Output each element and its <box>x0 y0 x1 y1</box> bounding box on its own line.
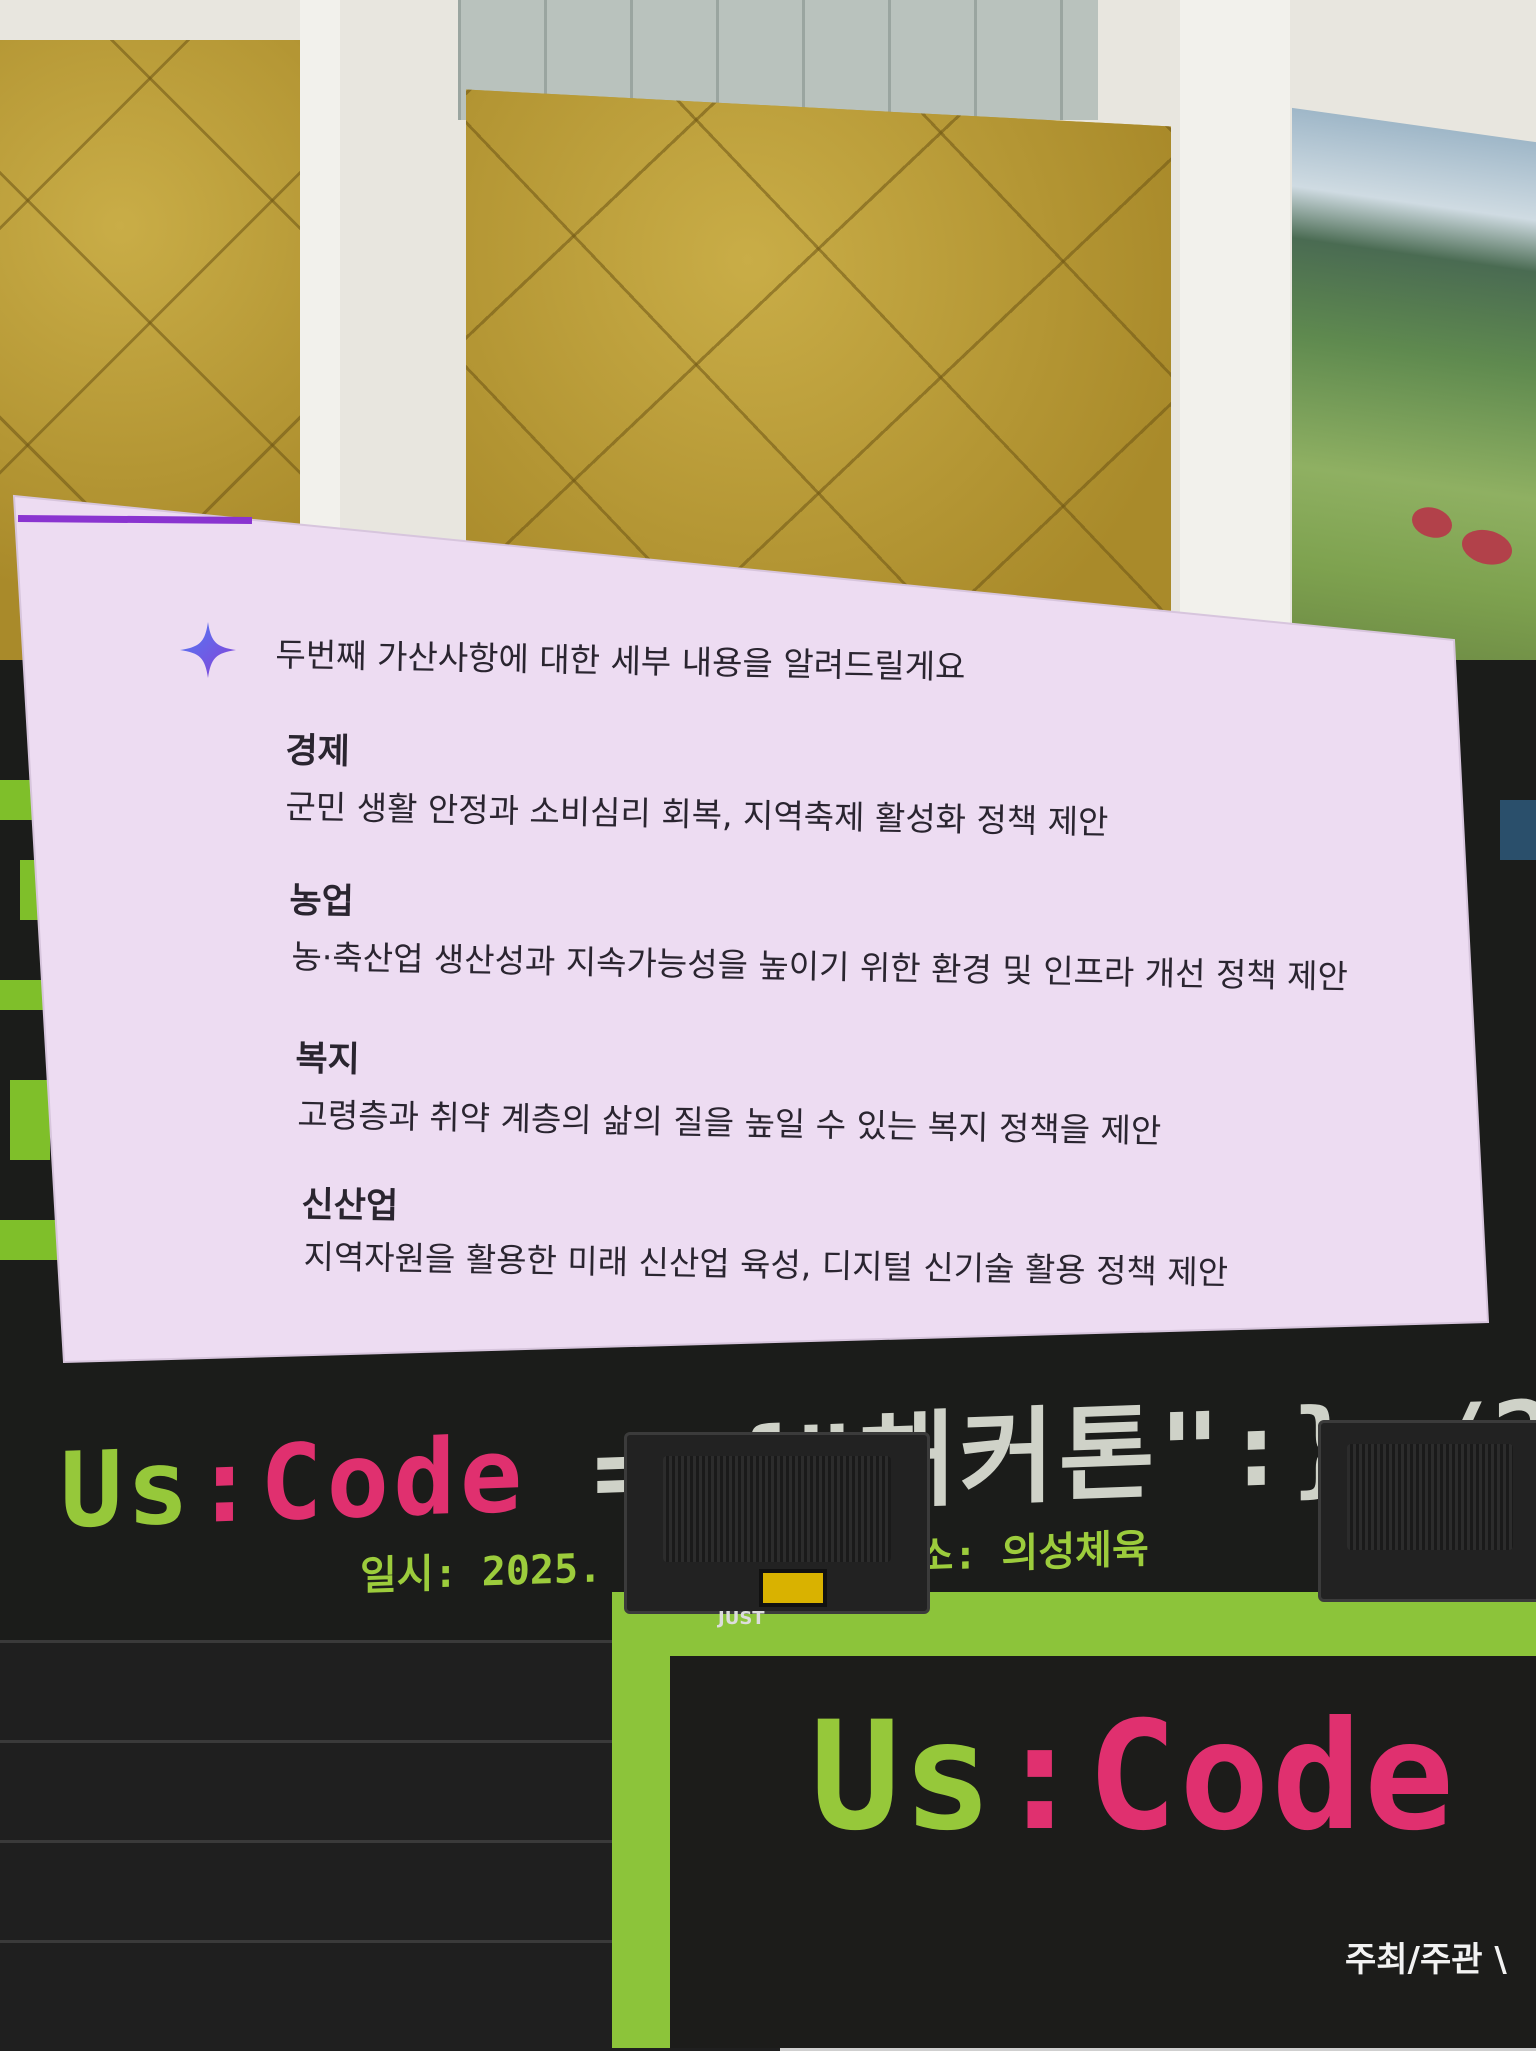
section-body-welfare: 고령층과 취약 계층의 삶의 질을 높일 수 있는 복지 정책을 제안 <box>297 1094 1162 1151</box>
section-heading-economy: 경제 <box>285 730 351 773</box>
slide-intro-text: 두번째 가산사항에 대한 세부 내용을 알려드릴게요 <box>275 634 966 687</box>
section-heading-agriculture: 농업 <box>289 880 355 923</box>
sparkle-icon <box>180 622 236 678</box>
section-body-new-industry: 지역자원을 활용한 미래 신산업 육성, 디지털 신기술 활용 정책 제안 <box>303 1236 1229 1293</box>
section-heading-welfare: 복지 <box>295 1038 361 1081</box>
section-body-agriculture: 농·축산업 생산성과 지속가능성을 높이기 위한 환경 및 인프라 개선 정책 … <box>291 936 1349 997</box>
section-heading-new-industry: 신산업 <box>301 1184 399 1227</box>
slide-content: 두번째 가산사항에 대한 세부 내용을 알려드릴게요 경제 군민 생활 안정과 … <box>0 0 1536 2048</box>
section-body-economy: 군민 생활 안정과 소비심리 회복, 지역축제 활성화 정책 제안 <box>285 786 1109 842</box>
